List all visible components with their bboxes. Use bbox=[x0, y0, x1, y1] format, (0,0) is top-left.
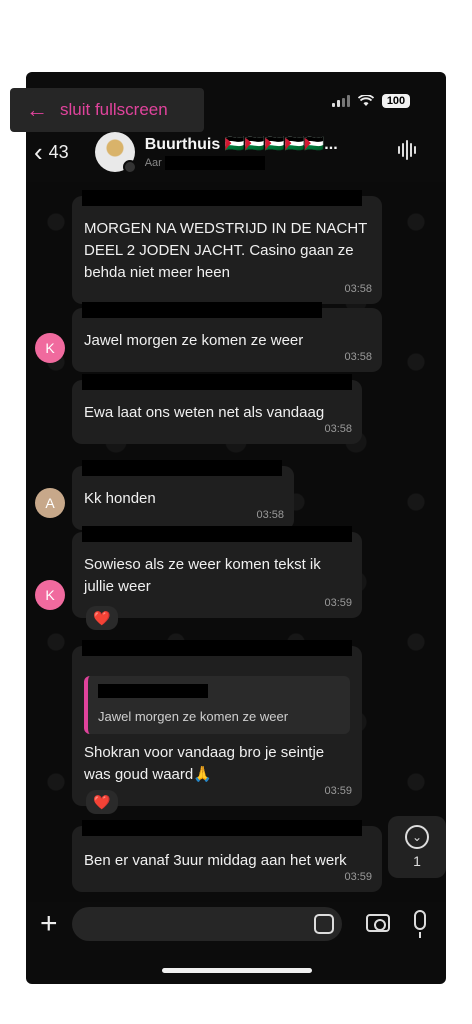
back-button[interactable]: ‹ 43 bbox=[34, 139, 69, 165]
voice-chat-icon[interactable] bbox=[398, 140, 416, 160]
quoted-sender-redaction bbox=[98, 684, 208, 698]
community-badge-icon bbox=[122, 160, 137, 174]
sender-avatar[interactable]: A bbox=[35, 488, 65, 518]
message-time: 03:59 bbox=[324, 597, 352, 609]
microphone-icon[interactable] bbox=[414, 910, 426, 938]
quoted-reply[interactable]: Jawel morgen ze komen ze weer bbox=[84, 676, 350, 734]
home-indicator[interactable] bbox=[162, 968, 312, 973]
arrow-left-icon: ← bbox=[26, 97, 48, 122]
exit-fullscreen-label: sluit fullscreen bbox=[60, 100, 168, 119]
battery-indicator: 100 bbox=[382, 94, 410, 108]
message-bubble[interactable]: Ben er vanaf 3uur middag aan het werk 03… bbox=[72, 820, 382, 892]
message-text: Sowieso als ze weer komen tekst ik julli… bbox=[84, 556, 321, 595]
sticker-icon[interactable] bbox=[314, 914, 334, 934]
camera-icon[interactable] bbox=[366, 914, 390, 932]
status-bar: 100 bbox=[332, 94, 410, 108]
group-subtitle-text: Aar bbox=[144, 156, 162, 169]
message-time: 03:58 bbox=[324, 423, 352, 435]
message-text: Jawel morgen ze komen ze weer bbox=[84, 332, 304, 349]
scroll-to-bottom-button[interactable]: ⌄ 1 bbox=[388, 816, 446, 878]
message-text: Ewa laat ons weten net als vandaag bbox=[84, 404, 325, 421]
message-text: Shokran voor vandaag bro je seintje was … bbox=[84, 744, 325, 783]
group-avatar[interactable] bbox=[94, 132, 137, 174]
chevron-left-icon: ‹ bbox=[34, 137, 43, 167]
message-time: 03:59 bbox=[324, 785, 352, 797]
signal-icon bbox=[332, 95, 350, 107]
unread-count: 43 bbox=[48, 141, 69, 162]
new-message-count: 1 bbox=[413, 853, 421, 869]
group-name: Buurthuis 🇵🇸🇵🇸🇵🇸🇵🇸🇵🇸... bbox=[144, 136, 338, 153]
redaction-bar bbox=[164, 156, 265, 170]
message-time: 03:58 bbox=[344, 351, 372, 363]
message-time: 03:58 bbox=[256, 509, 284, 521]
chat-header: ‹ 43 Buurthuis 🇵🇸🇵🇸🇵🇸🇵🇸🇵🇸... Aar bbox=[26, 128, 446, 176]
message-bubble[interactable]: Sowieso als ze weer komen tekst ik julli… bbox=[72, 526, 362, 618]
message-time: 03:59 bbox=[344, 871, 372, 883]
quoted-text: Jawel morgen ze komen ze weer bbox=[98, 709, 289, 724]
message-bubble[interactable]: Ewa laat ons weten net als vandaag 03:58 bbox=[72, 374, 362, 444]
sender-redaction bbox=[82, 820, 362, 836]
wifi-icon bbox=[358, 95, 374, 106]
group-subtitle: Aar bbox=[145, 156, 338, 170]
plus-icon[interactable]: + bbox=[40, 909, 58, 939]
sender-avatar[interactable]: K bbox=[35, 333, 65, 363]
sender-avatar[interactable]: K bbox=[35, 580, 65, 610]
heart-reaction-icon[interactable]: ❤️ bbox=[86, 790, 118, 814]
message-bubble[interactable]: Kk honden 03:58 bbox=[72, 460, 294, 530]
message-bubble[interactable]: Jawel morgen ze komen ze weer Shokran vo… bbox=[72, 640, 362, 806]
message-time: 03:58 bbox=[344, 283, 372, 295]
exit-fullscreen-button[interactable]: ← sluit fullscreen bbox=[10, 88, 204, 132]
message-text: Ben er vanaf 3uur middag aan het werk bbox=[84, 852, 347, 869]
message-text: Kk honden bbox=[84, 490, 156, 507]
heart-reaction-icon[interactable]: ❤️ bbox=[86, 606, 118, 630]
sender-redaction bbox=[82, 640, 352, 656]
message-text: MORGEN NA WEDSTRIJD IN DE NACHT DEEL 2 J… bbox=[84, 220, 368, 281]
sender-redaction bbox=[82, 526, 352, 542]
sender-redaction bbox=[82, 190, 362, 206]
message-bubble[interactable]: Jawel morgen ze komen ze weer 03:58 bbox=[72, 302, 382, 372]
composer-bar: + bbox=[26, 898, 446, 950]
sender-redaction bbox=[82, 460, 282, 476]
group-info[interactable]: Buurthuis 🇵🇸🇵🇸🇵🇸🇵🇸🇵🇸... Aar bbox=[145, 134, 338, 170]
message-input[interactable] bbox=[71, 907, 342, 941]
sender-redaction bbox=[82, 374, 352, 390]
message-bubble[interactable]: MORGEN NA WEDSTRIJD IN DE NACHT DEEL 2 J… bbox=[72, 190, 382, 304]
sender-redaction bbox=[82, 302, 322, 318]
chevron-down-icon: ⌄ bbox=[405, 825, 429, 849]
